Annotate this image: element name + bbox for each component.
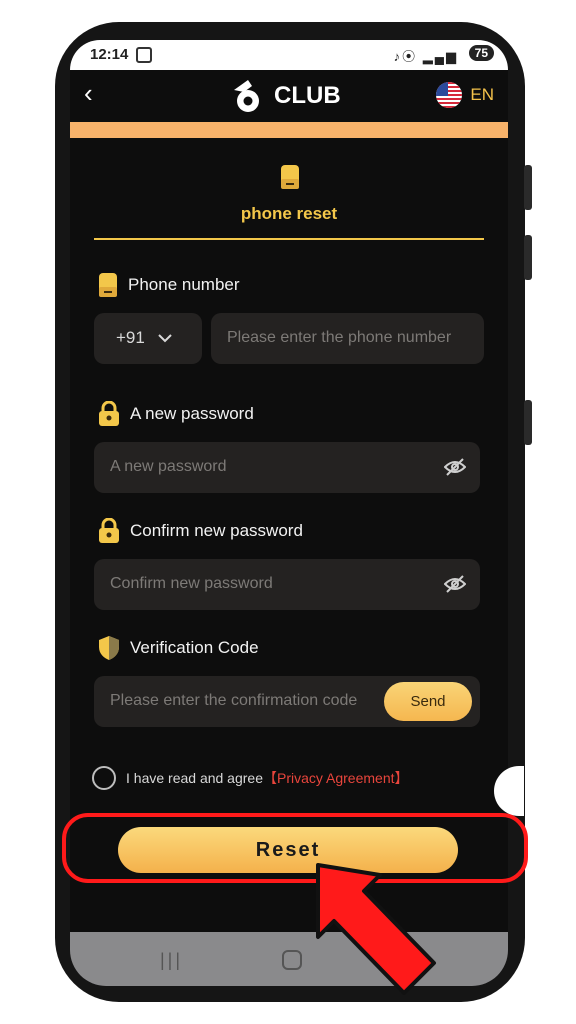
lock-icon [99,401,119,426]
signal-icons: ♪⦿ ▂▄▆ [393,49,458,64]
battery-indicator: 75 [468,45,494,61]
phone-number-label: Phone number [98,272,240,298]
highlight-box [62,813,528,883]
new-password-label: A new password [98,401,254,427]
side-button [524,400,532,445]
language-selector[interactable]: EN [436,82,494,108]
recent-apps-icon[interactable]: ||| [160,950,183,971]
status-time: 12:14 [90,46,129,63]
side-button [524,165,532,210]
phone-icon [99,273,117,297]
logo-6-icon [234,80,259,112]
new-password-placeholder: A new password [110,458,227,475]
new-password-input[interactable]: A new password [94,442,480,493]
logo-text: CLUB [274,82,341,109]
accent-strip [70,122,508,138]
back-arrow-icon[interactable]: ‹ [84,80,93,106]
send-code-button[interactable]: Send [384,682,472,721]
phone-icon [281,165,299,189]
verification-code-input[interactable]: Please enter the confirmation code Send [94,676,480,727]
language-label: EN [470,85,494,104]
app-logo: CLUB [228,76,341,116]
eye-off-icon[interactable] [444,573,466,595]
phone-number-input[interactable]: Please enter the phone number [211,313,484,364]
eye-off-icon[interactable] [444,456,466,478]
agree-text: I have read and agree [126,770,263,786]
label-text: Verification Code [130,638,259,657]
us-flag-icon [436,82,463,108]
country-code-select[interactable]: +91 [94,313,202,364]
confirm-password-placeholder: Confirm new password [110,575,273,592]
confirm-password-input[interactable]: Confirm new password [94,559,480,610]
phone-placeholder: Please enter the phone number [227,329,452,346]
label-text: Confirm new password [130,521,303,540]
verification-code-label: Verification Code [98,635,259,661]
label-text: A new password [130,404,254,423]
side-button [524,235,532,280]
screenshot-icon [136,47,152,63]
pointer-arrow-icon [316,863,436,995]
system-nav-bar: ||| [70,932,508,986]
status-bar: 12:14 ♪⦿ ▂▄▆ 75 [70,40,508,70]
agree-radio[interactable] [92,766,116,790]
shield-icon [99,636,119,660]
lock-icon [99,518,119,543]
chevron-down-icon [158,334,172,343]
top-bar: ‹ CLUB EN [70,70,508,122]
verification-placeholder: Please enter the confirmation code [110,692,358,709]
agreement-row: I have read and agree 【Privacy Agreement… [92,766,409,790]
country-code-value: +91 [116,328,145,347]
home-icon[interactable] [282,950,302,970]
confirm-password-label: Confirm new password [98,518,303,544]
label-text: Phone number [128,275,240,294]
privacy-agreement-link[interactable]: 【Privacy Agreement】 [263,768,409,788]
tab-label: phone reset [240,204,338,223]
tab-phone-reset[interactable]: phone reset [94,162,484,240]
